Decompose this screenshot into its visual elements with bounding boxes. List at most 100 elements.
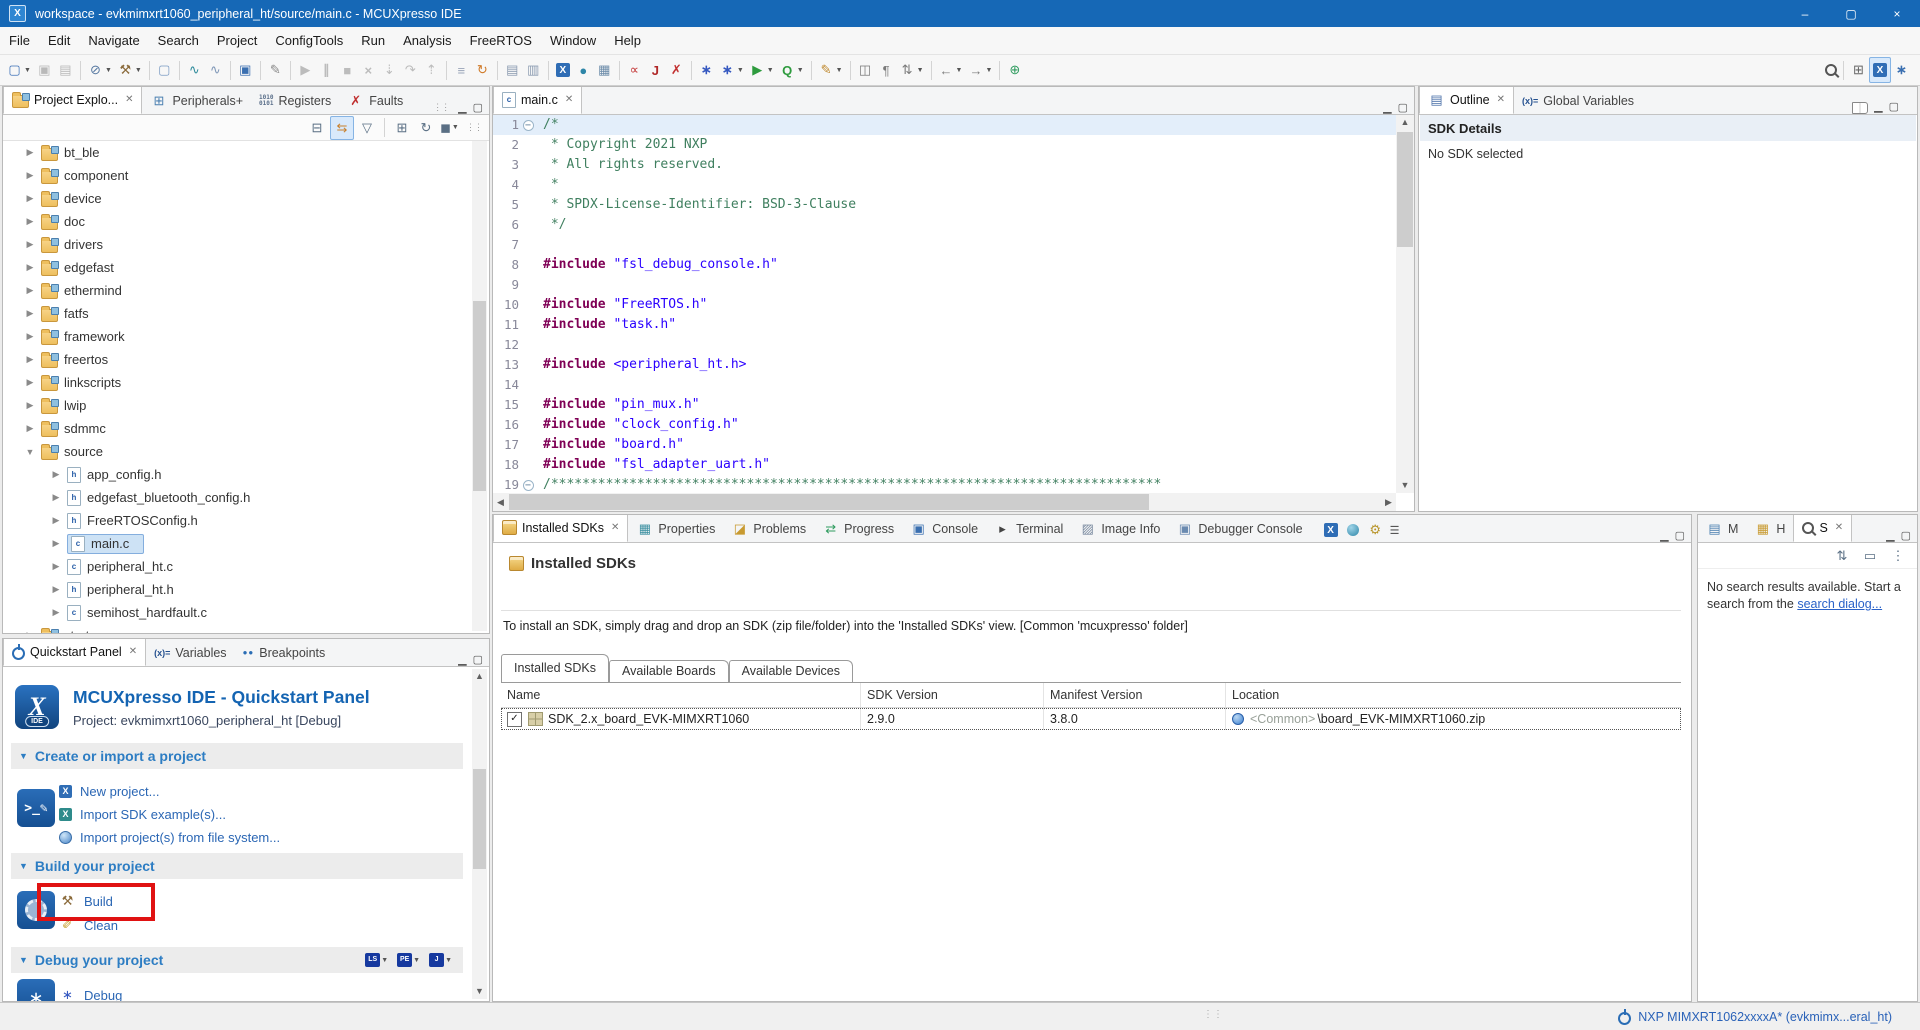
filter-icon-button[interactable]: ▽ [356,117,378,139]
perspective-develop-icon-button[interactable]: X [1869,57,1891,83]
menu-analysis[interactable]: Analysis [394,27,460,54]
linkserver-probe-button[interactable]: LS▼ [363,948,391,972]
minimize-view-icon[interactable]: ▁ [458,653,466,666]
scroll-down-icon[interactable]: ▼ [472,984,487,999]
section-debug-your-project[interactable]: ▼Debug your projectLS▼PE▼J▼ [11,947,463,973]
scrollbar-thumb[interactable] [473,769,486,869]
scroll-up-icon[interactable]: ▲ [472,669,487,684]
tree-item-semihost-hardfault-c[interactable]: ▶csemihost_hardfault.c [3,601,471,624]
column-header-location[interactable]: Location [1226,683,1681,707]
collapse-all-icon-button[interactable]: ⊟ [306,117,328,139]
tab-s[interactable]: S✕ [1793,514,1852,542]
show-whitespace-icon-button[interactable]: ¶ [876,58,897,82]
subtab-available-boards[interactable]: Available Boards [609,660,729,682]
code-line-6[interactable]: 6 */ [493,215,1396,235]
code-line-9[interactable]: 9 [493,275,1396,295]
erase-flash-icon-button[interactable]: ✗ [666,58,687,82]
menu-freertos[interactable]: FreeRTOS [461,27,541,54]
red-probe-icon-button[interactable]: ∝ [624,58,645,82]
tab-global-variables[interactable]: (x)=Global Variables [1514,87,1642,114]
chevron-right-icon[interactable]: ▶ [25,262,35,273]
tree-item-device[interactable]: ▶device [3,187,471,210]
terminate-relaunch-icon-button[interactable]: ↻ [472,58,493,82]
pemicro-probe-button[interactable]: PE▼ [395,948,423,972]
chevron-right-icon[interactable]: ▶ [51,538,61,549]
scroll-left-icon[interactable]: ◀ [493,493,508,511]
tree-item-app-config-h[interactable]: ▶happ_config.h [3,463,471,486]
instruction-stepping-icon-button[interactable]: ≡ [451,58,472,82]
build-hammer-icon-button[interactable]: ⚒▼ [115,58,145,82]
subtab-available-devices[interactable]: Available Devices [729,660,853,682]
quickstart-scrollbar[interactable]: ▲ ▼ [472,669,487,999]
chevron-right-icon[interactable]: ▶ [51,492,61,503]
chevron-right-icon[interactable]: ▶ [51,561,61,572]
tree-item-sdmmc[interactable]: ▶sdmmc [3,417,471,440]
tree-item-freertos[interactable]: ▶freertos [3,348,471,371]
chevron-right-icon[interactable]: ▶ [25,630,35,633]
fold-collapse-icon[interactable]: − [519,475,537,493]
chevron-right-icon[interactable]: ▶ [25,331,35,342]
tab-outline[interactable]: ▤Outline✕ [1419,86,1514,114]
jlink-probe-button[interactable]: J▼ [427,948,455,972]
menu-window[interactable]: Window [541,27,605,54]
fold-minus-icon[interactable]: − [523,480,534,491]
chevron-right-icon[interactable]: ▶ [25,239,35,250]
tree-item-edgefast[interactable]: ▶edgefast [3,256,471,279]
code-line-1[interactable]: 1−/* [493,115,1396,135]
tab-terminal[interactable]: ▸Terminal [986,515,1071,542]
menu-file[interactable]: File [0,27,39,54]
refresh-icon-button[interactable]: ↻ [415,117,437,139]
code-line-2[interactable]: 2 * Copyright 2021 NXP [493,135,1396,155]
chevron-right-icon[interactable]: ▶ [25,354,35,365]
sdk-checkbox[interactable]: ✓ [507,712,522,727]
close-icon[interactable]: ✕ [129,646,137,657]
fold-minus-icon[interactable]: − [523,120,534,131]
code-line-15[interactable]: 15#include "pin_mux.h" [493,395,1396,415]
toggle-split-icon-button[interactable]: ◫ [855,58,876,82]
close-button[interactable]: × [1874,0,1920,27]
tab-console[interactable]: ▣Console [902,515,986,542]
close-icon[interactable]: ✕ [611,522,619,533]
quick-run-icon-button[interactable]: Q▼ [777,58,807,82]
menu-navigate[interactable]: Navigate [79,27,148,54]
tree-item-peripheral-ht-c[interactable]: ▶cperipheral_ht.c [3,555,471,578]
swo-trace-icon-button[interactable]: ∿ [184,58,205,82]
tab-m[interactable]: ▤M [1698,515,1746,542]
disconnect-icon-button[interactable]: × [358,58,379,82]
pin-search-icon-button[interactable]: ▭ [1859,545,1881,567]
tab-installed-sdks[interactable]: Installed SDKs✕ [493,514,628,542]
perspective-debug-icon-button[interactable]: ∗ [1891,58,1912,82]
sdk-table-row[interactable]: ✓SDK_2.x_board_EVK-MIMXRT10602.9.03.8.0<… [501,708,1681,730]
chevron-right-icon[interactable]: ▶ [51,607,61,618]
sphere-icon-button[interactable] [1345,518,1361,542]
menu-configtools[interactable]: ConfigTools [266,27,352,54]
scroll-right-icon[interactable]: ▶ [1381,493,1396,511]
search-dialog-link[interactable]: search dialog... [1797,597,1882,611]
terminate-icon-button[interactable]: ■ [337,58,358,82]
view-menu-icon[interactable]: ☰ [1390,524,1400,537]
quickstart-item-import-sdk-example-s[interactable]: XImport SDK example(s)... [59,802,226,826]
maximize-view-icon[interactable]: ▢ [1889,100,1899,113]
tab-peripherals[interactable]: ⊞Peripherals+ [142,87,251,114]
profile-alt-icon-button[interactable]: ▥ [523,58,544,82]
code-line-18[interactable]: 18#include "fsl_adapter_uart.h" [493,455,1396,475]
section-build-your-project[interactable]: ▼Build your project [11,853,463,879]
editor-vscrollbar[interactable]: ▲ ▼ [1396,115,1414,493]
code-line-12[interactable]: 12 [493,335,1396,355]
tab-project-explo[interactable]: Project Explo...✕ [3,86,142,114]
resume-icon-button[interactable]: ▶ [295,58,316,82]
mcuxpresso-config-icon-button[interactable]: X [553,58,573,82]
expand-results-icon-button[interactable]: ⇅ [1831,545,1853,567]
connect-icon-button[interactable]: ⊕ [1004,58,1025,82]
minimize-button[interactable]: – [1782,0,1828,27]
cell-name[interactable]: ✓SDK_2.x_board_EVK-MIMXRT1060 [501,708,861,730]
save-icon-button[interactable]: ▣ [34,58,55,82]
save-all-icon-button[interactable]: ▤ [55,58,76,82]
chevron-right-icon[interactable]: ▶ [51,515,61,526]
project-tree-scrollbar[interactable] [472,141,487,631]
tab-quickstart-panel[interactable]: Quickstart Panel✕ [3,638,146,666]
tree-item-bt-ble[interactable]: ▶bt_ble [3,141,471,164]
chevron-right-icon[interactable]: ▶ [51,584,61,595]
code-line-11[interactable]: 11#include "task.h" [493,315,1396,335]
minimize-view-icon[interactable]: ▁ [458,101,466,114]
